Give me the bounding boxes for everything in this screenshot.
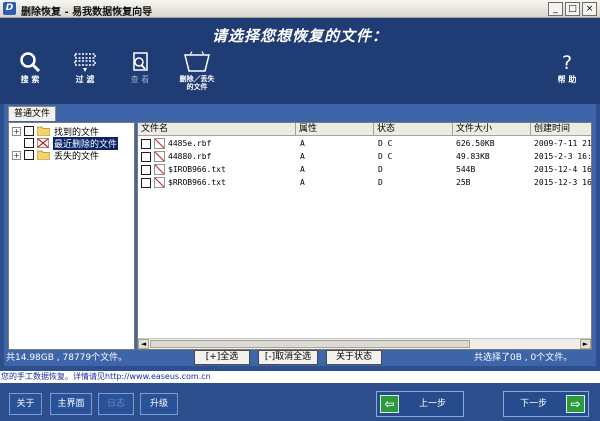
scroll-right-icon[interactable]: ► (580, 339, 591, 349)
total-status: 共14.98GB , 78779个文件。 (6, 353, 128, 363)
tree-item-label: 丢失的文件 (54, 151, 100, 162)
app-logo-icon: D (3, 2, 16, 15)
window-title: 删除恢复 - 易我数据恢复向导 (21, 7, 153, 18)
info-strip: 您的手工数据恢复。详情请见http://www.easeus.com.cn (0, 371, 600, 383)
view-button-label: 查 看 (130, 75, 150, 84)
deleted-file-icon (154, 164, 165, 175)
row-checkbox[interactable] (141, 152, 151, 162)
search-icon (20, 52, 41, 73)
arrow-left-icon: ⇦ (380, 395, 399, 413)
wizard-header: 请选择您想恢复的文件： 搜 索 过 滤 查 看 删除／丢失 的文件 ? 帮 助 (0, 18, 600, 104)
tree-checkbox[interactable] (24, 138, 34, 148)
row-checkbox[interactable] (141, 178, 151, 188)
view-button[interactable]: 查 看 (115, 51, 165, 84)
file-name: $IROB966.txt (168, 165, 226, 174)
file-list: 文件名 属性 状态 文件大小 创建时间 4485e.rbf A D C 626.… (137, 122, 592, 350)
deleted-file-icon (154, 138, 165, 149)
deleted-lost-icon (184, 51, 210, 72)
search-button-label: 搜 索 (20, 75, 40, 84)
filter-button[interactable]: 过 滤 (60, 51, 110, 84)
column-header-state[interactable]: 状态 (374, 123, 453, 136)
tree-expander[interactable]: + (12, 150, 21, 160)
search-button[interactable]: 搜 索 (5, 51, 55, 84)
scroll-left-icon[interactable]: ◄ (138, 339, 149, 349)
tree-item-found-files[interactable]: + 找到的文件 (12, 125, 100, 138)
table-row[interactable]: $RROB966.txt A D 25B 2015-12-3 16: (138, 176, 592, 189)
arrow-right-icon: ⇨ (566, 395, 585, 413)
file-state: D C (378, 139, 393, 148)
file-name: $RROB966.txt (168, 178, 226, 187)
recovery-panel: 普通文件 + 找到的文件 最近删除的文件 + 丢失的文件 文件名 属性 状态 文… (4, 104, 596, 366)
file-attributes: A (300, 165, 305, 174)
deleted-lost-files-button[interactable]: 删除／丢失 的文件 (172, 51, 222, 91)
app-window: D 删除恢复 - 易我数据恢复向导 _ □ × 请选择您想恢复的文件： 搜 索 … (0, 0, 600, 421)
file-attributes: A (300, 152, 305, 161)
next-button[interactable]: 下一步 ⇨ (503, 391, 589, 417)
file-created: 2015-12-3 16: (534, 178, 592, 187)
folder-tree: + 找到的文件 最近删除的文件 + 丢失的文件 (8, 122, 135, 350)
folder-icon (37, 126, 50, 136)
next-button-label: 下一步 (520, 399, 548, 409)
table-row[interactable]: 4485e.rbf A D C 626.50KB 2009-7-11 21: (138, 137, 592, 150)
tree-item-lost-files[interactable]: + 丢失的文件 (12, 149, 100, 162)
deleted-lost-files-label: 删除／丢失 的文件 (179, 75, 215, 91)
deleted-file-icon (154, 177, 165, 188)
about-button[interactable]: 关于 (9, 393, 42, 415)
file-created: 2009-7-11 21: (534, 139, 592, 148)
help-button-label: 帮 助 (557, 75, 577, 84)
file-state: D C (378, 152, 393, 161)
page-title: 请选择您想恢复的文件： (211, 27, 388, 45)
filter-icon (74, 53, 96, 72)
scroll-thumb[interactable] (150, 340, 470, 348)
column-header-attributes[interactable]: 属性 (296, 123, 374, 136)
svg-text:?: ? (562, 52, 572, 73)
tab-normal-files[interactable]: 普通文件 (8, 106, 57, 121)
tree-checkbox[interactable] (24, 150, 34, 160)
log-button[interactable]: 日志 (98, 393, 134, 415)
file-size: 25B (456, 178, 471, 187)
folder-icon (37, 150, 50, 160)
column-header-created[interactable]: 创建时间 (531, 123, 591, 136)
title-bar: D 删除恢复 - 易我数据恢复向导 _ □ × (0, 0, 600, 18)
select-all-button[interactable]: [+]全选 (194, 350, 250, 365)
deleted-files-icon (37, 138, 49, 148)
deleted-file-icon (154, 151, 165, 162)
file-created: 2015-2-3 16:5 (534, 152, 592, 161)
file-state: D (378, 178, 383, 187)
tree-item-recently-deleted[interactable]: 最近删除的文件 (12, 136, 119, 150)
tree-expander[interactable]: + (12, 126, 21, 136)
maximize-button[interactable]: □ (565, 2, 580, 16)
column-header-name[interactable]: 文件名 (138, 123, 296, 136)
file-size: 544B (456, 165, 476, 174)
file-state: D (378, 165, 383, 174)
horizontal-scrollbar[interactable]: ◄ ► (138, 338, 591, 349)
file-attributes: A (300, 139, 305, 148)
file-size: 626.50KB (456, 139, 495, 148)
table-row[interactable]: 44880.rbf A D C 49.83KB 2015-2-3 16:5 (138, 150, 592, 163)
close-button[interactable]: × (582, 2, 597, 16)
file-name: 44880.rbf (168, 152, 212, 161)
tree-checkbox[interactable] (24, 126, 34, 136)
help-button[interactable]: ? 帮 助 (542, 51, 592, 84)
help-icon: ? (562, 52, 572, 73)
row-checkbox[interactable] (141, 139, 151, 149)
prev-button[interactable]: ⇦ 上一步 (376, 391, 464, 417)
upgrade-button[interactable]: 升级 (140, 393, 178, 415)
minimize-button[interactable]: _ (548, 2, 563, 16)
prev-button-label: 上一步 (419, 399, 447, 409)
filter-button-label: 过 滤 (75, 75, 95, 84)
file-size: 49.83KB (456, 152, 490, 161)
file-name: 4485e.rbf (168, 139, 212, 148)
file-attributes: A (300, 178, 305, 187)
file-created: 2015-12-4 16: (534, 165, 592, 174)
selected-status: 共选择了0B , 0个文件。 (474, 353, 573, 363)
row-checkbox[interactable] (141, 165, 151, 175)
table-row[interactable]: $IROB966.txt A D 544B 2015-12-4 16: (138, 163, 592, 176)
main-menu-button[interactable]: 主界面 (50, 393, 92, 415)
deselect-all-button[interactable]: [-]取消全选 (258, 350, 318, 365)
view-icon (133, 52, 148, 71)
column-header-size[interactable]: 文件大小 (453, 123, 531, 136)
about-state-button[interactable]: 关于状态 (326, 350, 382, 365)
